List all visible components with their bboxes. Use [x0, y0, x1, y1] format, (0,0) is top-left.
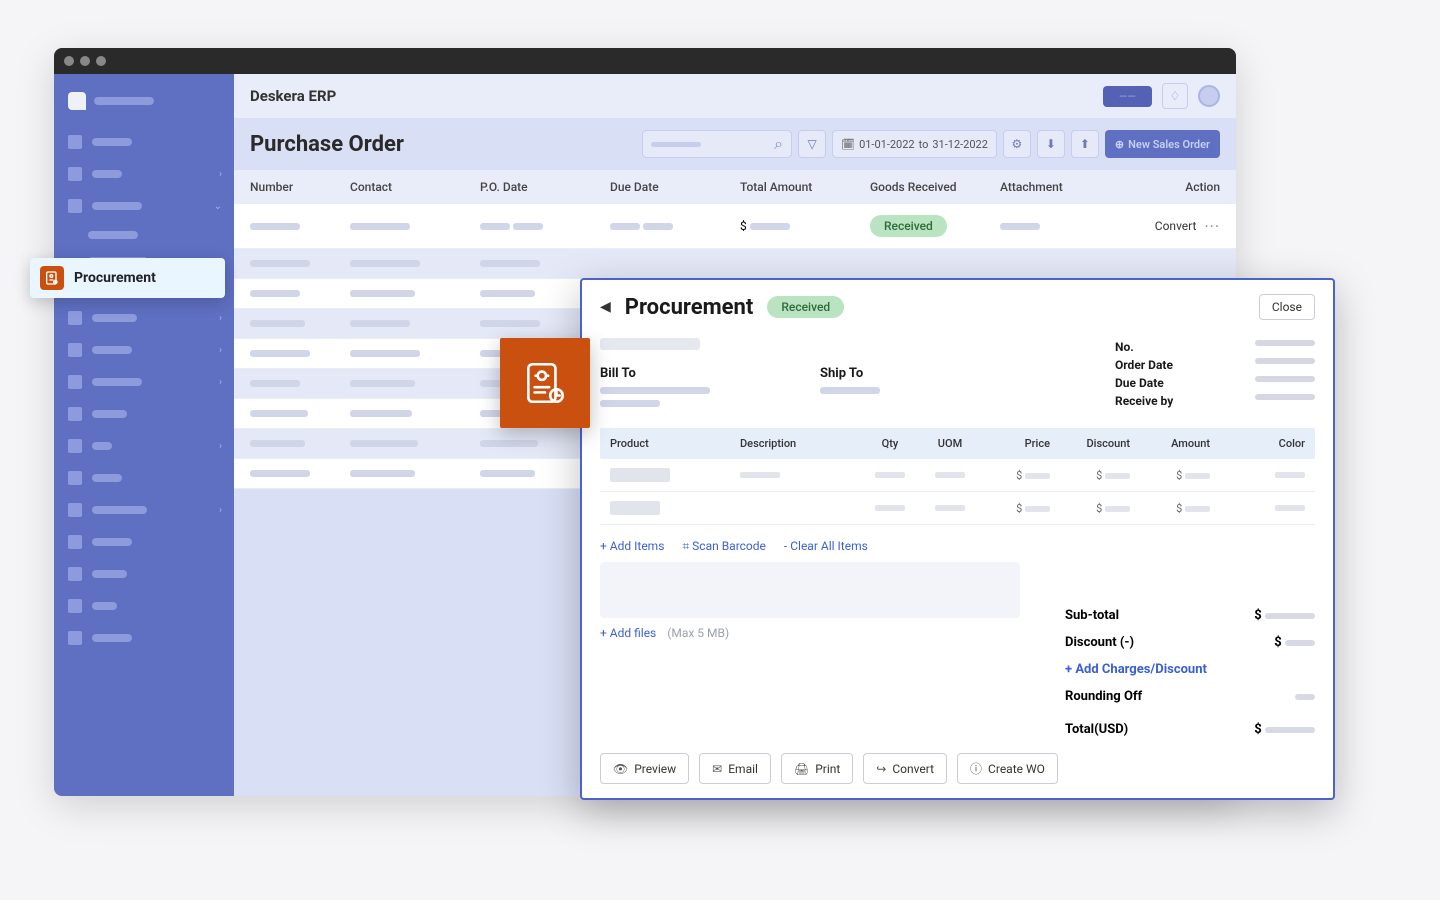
sidebar: › ⌄ › › › › › — [54, 74, 234, 796]
line-items-header: Product Description Qty UOM Price Discou… — [600, 428, 1315, 459]
sidebar-item[interactable] — [54, 560, 234, 588]
sidebar-item-label: Procurement — [74, 270, 156, 286]
avatar[interactable] — [1198, 85, 1220, 107]
logo[interactable] — [54, 88, 234, 124]
sidebar-item[interactable]: › — [54, 496, 234, 524]
info-icon: ⓘ — [970, 760, 982, 777]
window-min-dot[interactable] — [80, 56, 90, 66]
printer-icon: 🖨 — [794, 762, 809, 776]
eye-icon: 👁 — [613, 762, 628, 776]
preview-button[interactable]: 👁Preview — [600, 753, 689, 784]
sidebar-item[interactable] — [54, 528, 234, 556]
filter-icon[interactable]: ▽ — [798, 130, 826, 158]
convert-button[interactable]: ↪Convert — [863, 753, 947, 784]
close-button[interactable]: Close — [1259, 294, 1315, 320]
table-row[interactable] — [234, 249, 1236, 279]
page-header: Purchase Order ⌕ ▽ 🗓 01-01-2022 to 31-12… — [234, 118, 1236, 170]
sidebar-item-procurement[interactable]: Procurement — [30, 258, 225, 298]
max-size-hint: (Max 5 MB) — [667, 626, 729, 640]
window-close-dot[interactable] — [64, 56, 74, 66]
barcode-icon: ⌗ — [682, 539, 689, 553]
sidebar-item[interactable]: ⌄ — [54, 192, 234, 220]
more-icon[interactable]: ··· — [1204, 217, 1220, 236]
notes-textarea[interactable] — [600, 562, 1020, 618]
procurement-badge-icon — [500, 338, 590, 428]
gear-icon[interactable]: ⚙ — [1003, 130, 1031, 158]
sidebar-item[interactable]: › — [54, 336, 234, 364]
sidebar-item[interactable] — [54, 464, 234, 492]
sidebar-subitem[interactable] — [54, 224, 234, 246]
back-icon[interactable]: ◀ — [600, 299, 611, 315]
bell-icon[interactable]: ♢ — [1162, 83, 1188, 109]
sidebar-item[interactable] — [54, 592, 234, 620]
sidebar-item[interactable]: › — [54, 160, 234, 188]
chevron-right-icon: › — [219, 313, 222, 324]
add-files-link[interactable]: + Add files — [600, 626, 656, 640]
window-titlebar — [54, 48, 1236, 74]
col-number: Number — [250, 180, 350, 194]
scan-barcode-link[interactable]: ⌗ Scan Barcode — [682, 539, 766, 554]
meta-block: No. Order Date Due Date Receive by — [1115, 338, 1315, 410]
mail-icon: ✉ — [712, 762, 722, 776]
app-title: Deskera ERP — [250, 87, 336, 105]
col-po-date: P.O. Date — [480, 180, 610, 194]
calendar-icon: 🗓 — [841, 138, 855, 151]
col-goods: Goods Received — [870, 180, 1000, 194]
procurement-panel: ◀ Procurement Received Close Bill To Shi… — [580, 278, 1335, 800]
upload-icon[interactable]: ⬆ — [1071, 130, 1099, 158]
chevron-down-icon: ⌄ — [214, 201, 222, 212]
new-sales-order-button[interactable]: ⊕ New Sales Order — [1105, 130, 1220, 158]
search-icon: ⌕ — [774, 134, 783, 154]
col-contact: Contact — [350, 180, 480, 194]
add-items-link[interactable]: + Add Items — [600, 539, 664, 554]
search-input[interactable]: ⌕ — [642, 130, 792, 158]
chevron-right-icon: › — [219, 169, 222, 180]
panel-title: Procurement — [625, 295, 754, 320]
status-badge: Received — [870, 215, 947, 237]
email-button[interactable]: ✉Email — [699, 753, 771, 784]
sidebar-item[interactable]: › — [54, 304, 234, 332]
line-item-row[interactable]: $ $ $ — [600, 459, 1315, 492]
procurement-icon — [40, 266, 64, 290]
sidebar-item[interactable] — [54, 400, 234, 428]
sidebar-item[interactable] — [54, 624, 234, 652]
print-button[interactable]: 🖨Print — [781, 753, 853, 784]
download-icon[interactable]: ⬇ — [1037, 130, 1065, 158]
totals-block: Sub-total$ Discount (-)$ + Add Charges/D… — [1065, 602, 1315, 743]
panel-header: ◀ Procurement Received Close — [582, 280, 1333, 334]
status-badge: Received — [767, 296, 844, 318]
export-icon: ↪ — [876, 762, 886, 776]
plus-icon: ⊕ — [1115, 138, 1124, 151]
window-max-dot[interactable] — [96, 56, 106, 66]
topbar-primary-button[interactable]: —— — [1103, 86, 1152, 107]
convert-action[interactable]: Convert — [1155, 219, 1197, 233]
sidebar-item[interactable]: › — [54, 368, 234, 396]
clear-all-link[interactable]: - Clear All Items — [784, 539, 868, 554]
sidebar-item[interactable]: › — [54, 432, 234, 460]
table-row[interactable]: $ Received Convert ··· — [234, 204, 1236, 249]
sidebar-item[interactable] — [54, 128, 234, 156]
date-range-picker[interactable]: 🗓 01-01-2022 to 31-12-2022 — [832, 130, 997, 158]
panel-footer: 👁Preview ✉Email 🖨Print ↪Convert ⓘCreate … — [582, 743, 1333, 798]
chevron-right-icon: › — [219, 377, 222, 388]
chevron-right-icon: › — [219, 505, 222, 516]
col-attachment: Attachment — [1000, 180, 1100, 194]
line-actions: + Add Items ⌗ Scan Barcode - Clear All I… — [600, 539, 1315, 554]
date-from: 01-01-2022 — [859, 138, 915, 151]
topbar: Deskera ERP —— ♢ — [234, 74, 1236, 118]
col-total: Total Amount — [740, 180, 870, 194]
logo-icon — [68, 92, 86, 110]
table-header: Number Contact P.O. Date Due Date Total … — [234, 170, 1236, 204]
chevron-right-icon: › — [219, 441, 222, 452]
ship-to-label: Ship To — [820, 366, 980, 381]
add-charges-link[interactable]: + Add Charges/Discount — [1065, 662, 1207, 677]
page-title: Purchase Order — [250, 132, 404, 157]
chevron-right-icon: › — [219, 345, 222, 356]
line-item-row[interactable]: $ $ $ — [600, 492, 1315, 525]
bill-to-label: Bill To — [600, 366, 790, 381]
date-to: 31-12-2022 — [932, 138, 988, 151]
col-due-date: Due Date — [610, 180, 740, 194]
create-wo-button[interactable]: ⓘCreate WO — [957, 753, 1058, 784]
col-action: Action — [1100, 180, 1220, 194]
